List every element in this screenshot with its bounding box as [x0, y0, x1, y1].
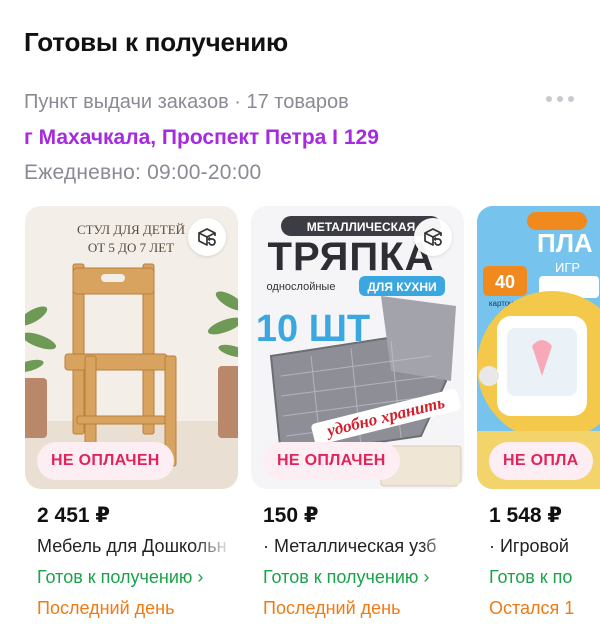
dot — [557, 96, 563, 102]
product-name[interactable]: · Игровой — [489, 536, 600, 557]
game-caption-2: ИГР — [555, 260, 580, 275]
product-price: 150 ₽ — [263, 504, 319, 527]
product-image-game[interactable]: ПЛА ИГР 40 карточек НЕ ОПЛА — [477, 206, 600, 489]
product-card-chair[interactable]: СТУЛ ДЛЯ ДЕТЕЙ ОТ 5 ДО 7 ЛЕТ НЕ ОПЛАЧЕН … — [25, 206, 238, 619]
cloth-caption-2: ТРЯПКА — [268, 235, 435, 279]
product-image-chair[interactable]: СТУЛ ДЛЯ ДЕТЕЙ ОТ 5 ДО 7 ЛЕТ НЕ ОПЛАЧЕН — [25, 206, 238, 489]
more-options-icon[interactable] — [546, 96, 574, 102]
ready-for-pickup-card: Готовы к получению Пункт выдачи заказов … — [0, 0, 600, 643]
cloth-caption-3: однослойные — [267, 281, 336, 293]
return-box-icon[interactable] — [414, 218, 452, 256]
product-name[interactable]: Мебель для Дошкольн — [37, 536, 233, 557]
product-price: 1 548 ₽ — [489, 504, 562, 527]
section-title: Готовы к получению — [24, 27, 289, 57]
pickup-deadline: Последний день — [263, 598, 401, 618]
pickup-address-link[interactable]: г Махачкала, Проспект Петра I 129 — [24, 126, 379, 150]
unpaid-status-badge: НЕ ОПЛАЧЕН — [37, 442, 174, 480]
opening-hours: Ежедневно: 09:00-20:00 — [24, 161, 262, 184]
ready-for-pickup-link[interactable]: Готов к получению › — [263, 567, 464, 588]
dot — [568, 96, 574, 102]
game-caption-3: 40 — [495, 272, 515, 292]
dot — [546, 96, 552, 102]
product-price: 2 451 ₽ — [37, 504, 110, 527]
product-name[interactable]: · Металлическая узб — [263, 536, 459, 557]
product-image-cloth[interactable]: МЕТАЛЛИЧЕСКАЯ ТРЯПКА однослойные ДЛЯ КУХ… — [251, 206, 464, 489]
ready-for-pickup-link[interactable]: Готов к по — [489, 567, 600, 588]
game-caption-1: ПЛА — [537, 228, 593, 258]
cloth-caption-4: ДЛЯ КУХНИ — [367, 280, 436, 294]
cloth-caption-1: МЕТАЛЛИЧЕСКАЯ — [307, 220, 416, 234]
products-carousel[interactable]: СТУЛ ДЛЯ ДЕТЕЙ ОТ 5 ДО 7 ЛЕТ НЕ ОПЛАЧЕН … — [0, 206, 600, 636]
unpaid-status-badge: НЕ ОПЛА — [489, 442, 593, 480]
pickup-deadline: Остался 1 — [489, 598, 575, 618]
chair-caption-2: ОТ 5 ДО 7 ЛЕТ — [88, 240, 174, 255]
product-card-game[interactable]: ПЛА ИГР 40 карточек НЕ ОПЛА 1 548 ₽ · Иг… — [477, 206, 600, 619]
unpaid-status-badge: НЕ ОПЛАЧЕН — [263, 442, 400, 480]
chair-caption-1: СТУЛ ДЛЯ ДЕТЕЙ — [77, 222, 185, 237]
product-card-cloth[interactable]: МЕТАЛЛИЧЕСКАЯ ТРЯПКА однослойные ДЛЯ КУХ… — [251, 206, 464, 619]
return-box-icon[interactable] — [188, 218, 226, 256]
pickup-point-meta: Пункт выдачи заказов · 17 товаров — [24, 91, 349, 113]
pickup-deadline: Последний день — [37, 598, 175, 618]
ready-for-pickup-link[interactable]: Готов к получению › — [37, 567, 238, 588]
